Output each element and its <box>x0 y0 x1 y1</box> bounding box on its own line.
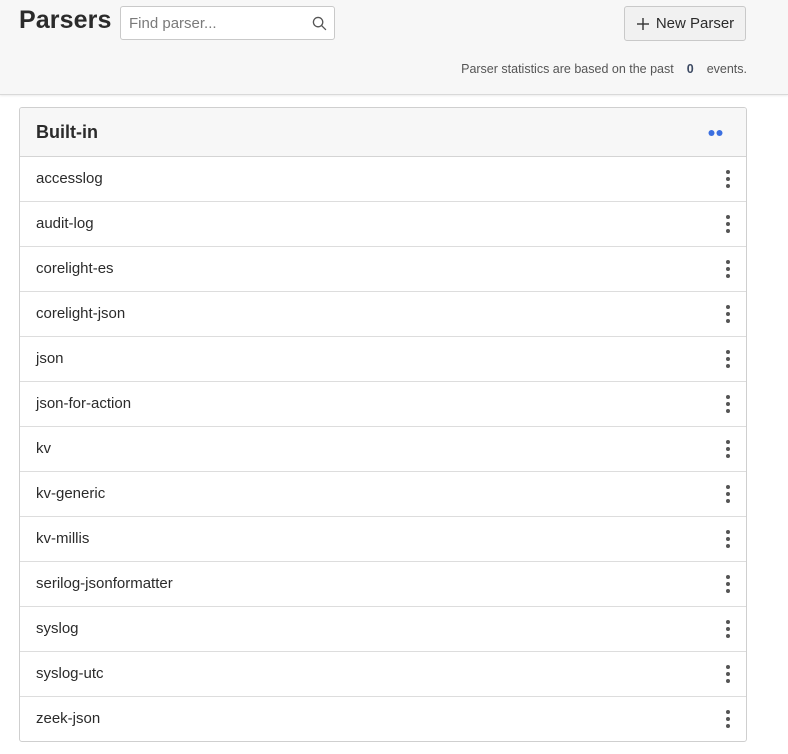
page-title: Parsers <box>19 6 112 34</box>
parser-row[interactable]: accesslog <box>20 157 746 202</box>
parser-row[interactable]: audit-log <box>20 202 746 247</box>
parser-row[interactable]: kv-millis <box>20 517 746 562</box>
kebab-menu-icon[interactable] <box>723 484 733 504</box>
panel-title: Built-in <box>36 122 98 142</box>
search-icon[interactable] <box>312 16 327 31</box>
parser-row[interactable]: json-for-action <box>20 382 746 427</box>
parser-row[interactable]: zeek-json <box>20 697 746 741</box>
stats-count: 0 <box>686 62 694 76</box>
kebab-menu-icon[interactable] <box>723 664 733 684</box>
panel-header: Built-in <box>20 108 746 157</box>
search-box[interactable] <box>120 6 335 40</box>
kebab-menu-icon[interactable] <box>723 259 733 279</box>
parser-name[interactable]: corelight-json <box>36 305 125 322</box>
kebab-menu-icon[interactable] <box>723 574 733 594</box>
stats-suffix: events. <box>706 62 747 76</box>
parser-name[interactable]: kv-millis <box>36 530 89 547</box>
new-parser-label: New Parser <box>655 15 735 32</box>
kebab-menu-icon[interactable] <box>723 304 733 324</box>
parser-row[interactable]: serilog-jsonformatter <box>20 562 746 607</box>
parser-row[interactable]: syslog-utc <box>20 652 746 697</box>
dots-horizontal-icon[interactable] <box>708 129 724 137</box>
kebab-menu-icon[interactable] <box>723 619 733 639</box>
parser-row[interactable]: kv-generic <box>20 472 746 517</box>
kebab-menu-icon[interactable] <box>723 394 733 414</box>
kebab-menu-icon[interactable] <box>723 169 733 189</box>
parser-name[interactable]: kv-generic <box>36 485 105 502</box>
search-input[interactable] <box>129 7 309 39</box>
plus-icon <box>636 17 649 30</box>
parser-list: accesslog audit-log corelight-es corelight-… <box>20 157 746 741</box>
kebab-menu-icon[interactable] <box>723 214 733 234</box>
kebab-menu-icon[interactable] <box>723 709 733 729</box>
kebab-menu-icon[interactable] <box>723 529 733 549</box>
parser-name[interactable]: corelight-es <box>36 260 114 277</box>
kebab-menu-icon[interactable] <box>723 349 733 369</box>
top-bar: Parsers New Parser Parser statistics are… <box>0 0 788 95</box>
parser-name[interactable]: kv <box>36 440 51 457</box>
stats-prefix: Parser statistics are based on the past <box>461 62 674 76</box>
parser-row[interactable]: json <box>20 337 746 382</box>
parser-row[interactable]: syslog <box>20 607 746 652</box>
parser-name[interactable]: audit-log <box>36 215 94 232</box>
built-in-panel: Built-in accesslog audit-log corelight-es c… <box>19 107 747 742</box>
parser-row[interactable]: corelight-json <box>20 292 746 337</box>
parser-row[interactable]: corelight-es <box>20 247 746 292</box>
parser-name[interactable]: json-for-action <box>36 395 131 412</box>
parser-name[interactable]: accesslog <box>36 170 103 187</box>
parser-name[interactable]: syslog <box>36 620 79 637</box>
stats-line: Parser statistics are based on the past … <box>461 62 747 76</box>
new-parser-button[interactable]: New Parser <box>624 6 746 41</box>
parser-name[interactable]: syslog-utc <box>36 665 104 682</box>
parser-name[interactable]: json <box>36 350 64 367</box>
parser-name[interactable]: zeek-json <box>36 710 100 727</box>
parser-row[interactable]: kv <box>20 427 746 472</box>
parser-name[interactable]: serilog-jsonformatter <box>36 575 173 592</box>
kebab-menu-icon[interactable] <box>723 439 733 459</box>
